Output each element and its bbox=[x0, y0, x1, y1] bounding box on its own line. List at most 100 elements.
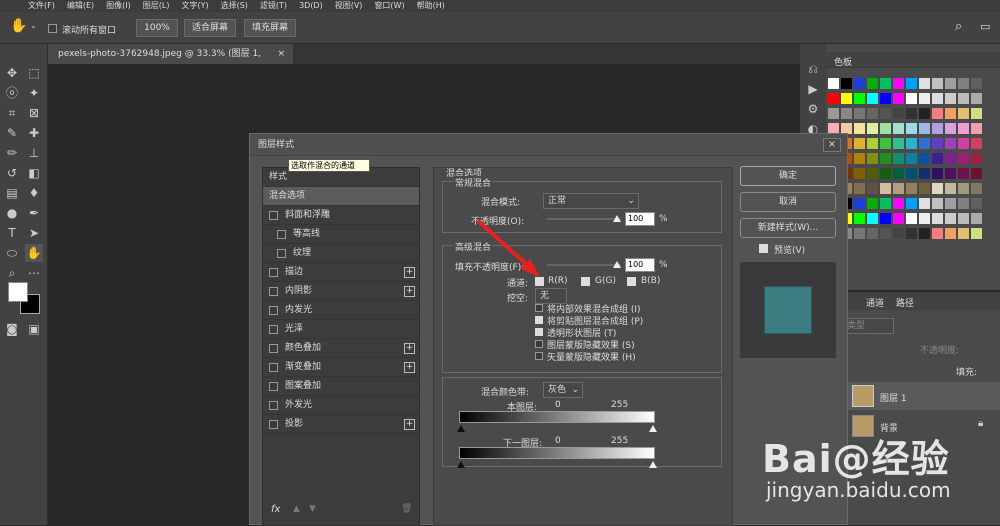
color-swatch[interactable] bbox=[841, 78, 852, 89]
color-swatch[interactable] bbox=[893, 153, 904, 164]
menu-type[interactable]: 文字(Y) bbox=[181, 1, 208, 10]
menu-edit[interactable]: 编辑(E) bbox=[67, 1, 94, 10]
style-item[interactable]: 光泽 bbox=[263, 320, 419, 339]
ok-button[interactable]: 确定 bbox=[740, 166, 836, 186]
color-swatch[interactable] bbox=[945, 123, 956, 134]
color-swatch[interactable] bbox=[919, 228, 930, 239]
color-swatch[interactable] bbox=[841, 108, 852, 119]
color-swatch[interactable] bbox=[945, 168, 956, 179]
color-swatch[interactable] bbox=[867, 198, 878, 209]
style-item[interactable]: 投影 + bbox=[263, 415, 419, 434]
hand-tool-active-icon[interactable]: ✋ bbox=[25, 244, 43, 262]
color-swatch[interactable] bbox=[880, 168, 891, 179]
history-brush-icon[interactable]: ↺ bbox=[3, 164, 21, 182]
color-swatch[interactable] bbox=[971, 183, 982, 194]
color-swatch[interactable] bbox=[828, 93, 839, 104]
fill-opacity-slider[interactable] bbox=[547, 264, 621, 266]
color-swatch[interactable] bbox=[880, 198, 891, 209]
color-swatch[interactable] bbox=[919, 198, 930, 209]
style-item-checkbox[interactable] bbox=[269, 401, 278, 410]
cancel-button[interactable]: 取消 bbox=[740, 192, 836, 212]
opacity-slider-thumb[interactable] bbox=[613, 215, 621, 222]
color-swatch[interactable] bbox=[958, 138, 969, 149]
style-item[interactable]: 描边 + bbox=[263, 263, 419, 282]
advanced-option-checkbox[interactable] bbox=[535, 328, 543, 336]
menu-layer[interactable]: 图层(L) bbox=[143, 1, 170, 10]
color-swatch[interactable] bbox=[880, 123, 891, 134]
color-swatch[interactable] bbox=[893, 93, 904, 104]
color-swatch[interactable] bbox=[971, 108, 982, 119]
new-style-button[interactable]: 新建样式(W)... bbox=[740, 218, 836, 238]
menu-file[interactable]: 文件(F) bbox=[28, 1, 55, 10]
healing-brush-icon[interactable]: ✚ bbox=[25, 124, 43, 142]
color-swatch[interactable] bbox=[893, 213, 904, 224]
style-item[interactable]: 等高线 bbox=[263, 225, 419, 244]
color-swatch[interactable] bbox=[919, 108, 930, 119]
search-icon[interactable]: ⌕ bbox=[955, 19, 962, 34]
color-swatch[interactable] bbox=[906, 213, 917, 224]
color-swatch[interactable] bbox=[945, 78, 956, 89]
fill-opacity-slider-thumb[interactable] bbox=[613, 261, 621, 268]
color-swatch[interactable] bbox=[867, 183, 878, 194]
color-swatch[interactable] bbox=[945, 93, 956, 104]
fill-screen-button[interactable]: 填充屏幕 bbox=[244, 19, 296, 37]
color-swatch[interactable] bbox=[906, 228, 917, 239]
color-swatch[interactable] bbox=[906, 123, 917, 134]
color-swatch[interactable] bbox=[867, 168, 878, 179]
color-swatch[interactable] bbox=[919, 123, 930, 134]
menu-3d[interactable]: 3D(D) bbox=[299, 1, 323, 10]
color-swatch[interactable] bbox=[880, 108, 891, 119]
style-item-checkbox[interactable] bbox=[269, 363, 278, 372]
menu-view[interactable]: 视图(V) bbox=[335, 1, 363, 10]
fill-opacity-input[interactable]: 100 bbox=[625, 258, 655, 272]
color-swatch[interactable] bbox=[906, 138, 917, 149]
color-swatch[interactable] bbox=[932, 168, 943, 179]
color-swatch[interactable] bbox=[893, 183, 904, 194]
underlying-black-slider[interactable] bbox=[457, 461, 465, 468]
color-swatch[interactable] bbox=[958, 123, 969, 134]
style-item[interactable]: 混合选项 bbox=[263, 187, 419, 206]
color-swatch[interactable] bbox=[932, 213, 943, 224]
style-item[interactable]: 颜色叠加 + bbox=[263, 339, 419, 358]
color-swatch[interactable] bbox=[906, 168, 917, 179]
color-swatch[interactable] bbox=[958, 108, 969, 119]
style-item-checkbox[interactable] bbox=[277, 230, 286, 239]
this-layer-white-slider[interactable] bbox=[649, 425, 657, 432]
this-layer-black-slider[interactable] bbox=[457, 425, 465, 432]
color-swatch[interactable] bbox=[932, 153, 943, 164]
channels-tab[interactable]: 通道 bbox=[866, 296, 884, 309]
type-tool-icon[interactable]: T bbox=[3, 224, 21, 242]
color-swatch[interactable] bbox=[906, 153, 917, 164]
color-swatch[interactable] bbox=[867, 138, 878, 149]
shape-tool-icon[interactable]: ⬭ bbox=[3, 244, 21, 262]
color-swatch[interactable] bbox=[867, 123, 878, 134]
move-tool-icon[interactable]: ✥ bbox=[3, 64, 21, 82]
menu-filter[interactable]: 滤镜(T) bbox=[260, 1, 287, 10]
marquee-tool-icon[interactable]: ⬚ bbox=[25, 64, 43, 82]
properties-panel-icon[interactable]: ⚙ bbox=[804, 100, 822, 118]
color-swatch[interactable] bbox=[828, 78, 839, 89]
advanced-option-checkbox[interactable] bbox=[535, 340, 543, 348]
color-swatch[interactable] bbox=[867, 108, 878, 119]
color-swatch[interactable] bbox=[958, 213, 969, 224]
color-swatch[interactable] bbox=[971, 168, 982, 179]
color-swatch[interactable] bbox=[880, 183, 891, 194]
hand-tool-icon[interactable]: ✋ bbox=[10, 18, 27, 34]
color-swatch[interactable] bbox=[906, 78, 917, 89]
add-effect-icon[interactable]: + bbox=[404, 343, 415, 354]
color-swatch[interactable] bbox=[841, 93, 852, 104]
color-swatch[interactable] bbox=[919, 168, 930, 179]
color-swatch[interactable] bbox=[945, 108, 956, 119]
fx-icon[interactable]: fx bbox=[271, 504, 280, 515]
color-swatch[interactable] bbox=[971, 198, 982, 209]
color-swatch[interactable] bbox=[854, 213, 865, 224]
workspace-icon[interactable]: ▭ bbox=[980, 20, 990, 33]
color-swatch[interactable] bbox=[880, 78, 891, 89]
color-swatch[interactable] bbox=[945, 138, 956, 149]
color-swatch[interactable] bbox=[945, 228, 956, 239]
add-effect-icon[interactable]: + bbox=[404, 286, 415, 297]
gradient-tool-icon[interactable]: ▤ bbox=[3, 184, 21, 202]
color-swatch[interactable] bbox=[958, 183, 969, 194]
frame-tool-icon[interactable]: ⊠ bbox=[25, 104, 43, 122]
magic-wand-icon[interactable]: ✦ bbox=[25, 84, 43, 102]
